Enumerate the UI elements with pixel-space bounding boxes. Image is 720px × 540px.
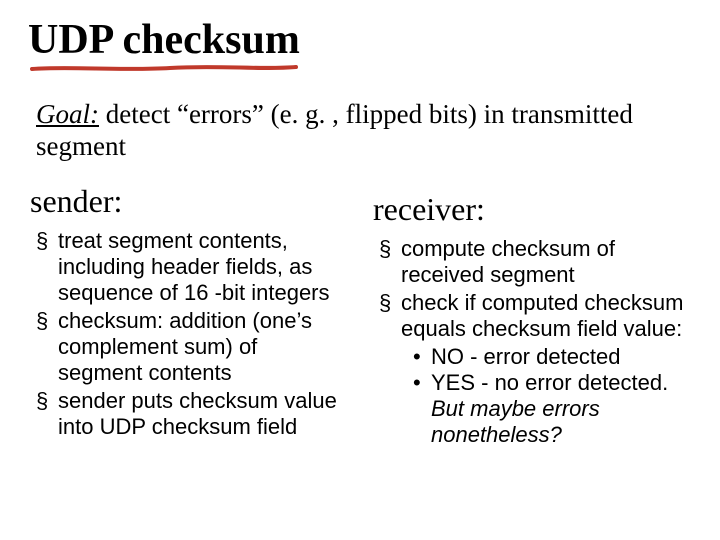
sublist-text-a: YES - no error detected. <box>431 370 668 395</box>
receiver-column: receiver: compute checksum of received s… <box>373 183 692 450</box>
slide: UDP checksum Goal: detect “errors” (e. g… <box>0 0 720 540</box>
goal-text: detect “errors” (e. g. , flipped bits) i… <box>36 99 633 161</box>
sender-heading: sender: <box>30 183 349 220</box>
sublist-text-b: But maybe errors nonetheless? <box>431 396 600 447</box>
list-item: compute checksum of received segment <box>379 236 688 288</box>
sublist-item: NO - error detected <box>413 344 688 370</box>
sender-column: sender: treat segment contents, includin… <box>30 183 349 450</box>
sublist-item: YES - no error detected. But maybe error… <box>413 370 688 448</box>
columns: sender: treat segment contents, includin… <box>28 183 692 450</box>
list-item-text: check if computed checksum equals checks… <box>401 290 683 341</box>
goal-line: Goal: detect “errors” (e. g. , flipped b… <box>36 98 692 163</box>
list-item: sender puts checksum value into UDP chec… <box>36 388 345 440</box>
receiver-sublist: NO - error detected YES - no error detec… <box>401 344 688 448</box>
receiver-heading: receiver: <box>373 191 692 228</box>
slide-title: UDP checksum <box>28 18 692 62</box>
list-item: check if computed checksum equals checks… <box>379 290 688 448</box>
list-item: checksum: addition (one’s complement sum… <box>36 308 345 386</box>
sender-list: treat segment contents, including header… <box>30 228 349 440</box>
goal-label: Goal: <box>36 99 99 129</box>
receiver-list: compute checksum of received segment che… <box>373 236 692 448</box>
list-item: treat segment contents, including header… <box>36 228 345 306</box>
title-underline <box>30 64 290 70</box>
